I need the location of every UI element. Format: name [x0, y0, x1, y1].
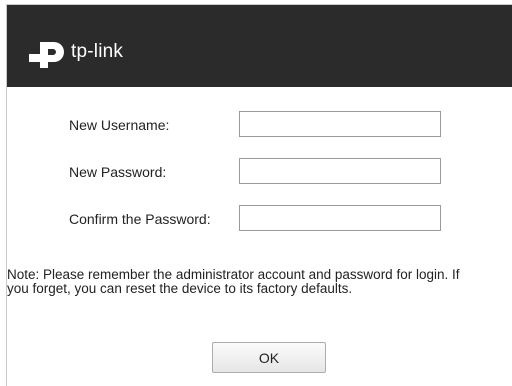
new-password-label: New Password:: [69, 164, 167, 180]
header-bar: tp-link: [7, 5, 512, 87]
confirm-password-label: Confirm the Password:: [69, 211, 211, 227]
tp-link-logo-icon: [29, 42, 64, 68]
brand-name: tp-link: [71, 41, 124, 62]
confirm-password-input[interactable]: [239, 205, 441, 231]
reset-note: Note: Please remember the administrator …: [7, 267, 460, 296]
new-username-label: New Username:: [69, 117, 170, 133]
new-password-input[interactable]: [239, 158, 441, 184]
ok-button[interactable]: OK: [212, 342, 326, 373]
set-credentials-dialog: tp-link New Username: New Password: Conf…: [6, 4, 512, 386]
new-username-input[interactable]: [239, 111, 441, 137]
